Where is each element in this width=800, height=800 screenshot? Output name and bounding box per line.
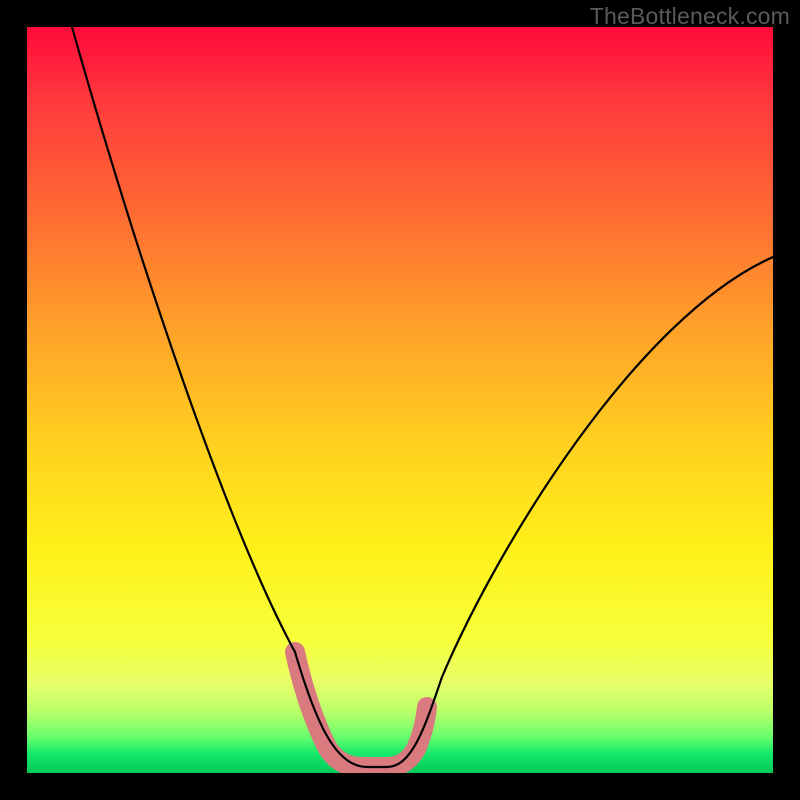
chart-frame: TheBottleneck.com — [0, 0, 800, 800]
plot-area — [27, 27, 773, 773]
bottleneck-curve — [72, 27, 773, 767]
curve-layer — [27, 27, 773, 773]
watermark-text: TheBottleneck.com — [590, 3, 790, 30]
